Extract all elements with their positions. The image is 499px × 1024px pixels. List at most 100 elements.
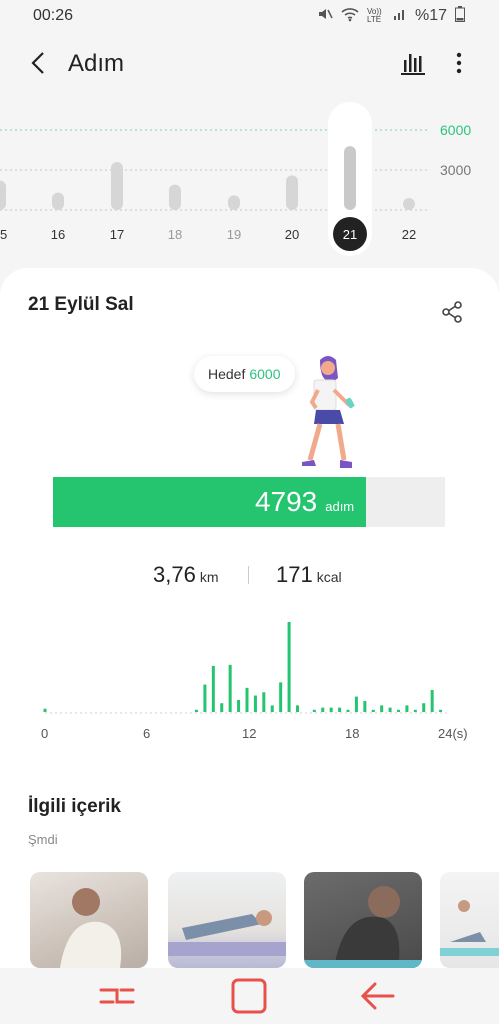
day-label-20: 20 xyxy=(285,227,299,242)
goal-value: 6000 xyxy=(249,366,281,382)
hourly-bar xyxy=(439,709,443,712)
hourly-bar xyxy=(338,707,342,712)
date-title: 21 Eylül Sal xyxy=(28,294,134,315)
axis-label-0: 0 xyxy=(41,726,49,741)
status-time: 00:26 xyxy=(33,7,74,24)
day-label-19: 19 xyxy=(227,227,241,242)
home-icon xyxy=(231,978,267,1014)
axis-label-12: 12 xyxy=(242,726,257,741)
back-button[interactable] xyxy=(24,48,54,78)
back-icon xyxy=(360,982,395,1010)
volte-icon: Vo)) LTE xyxy=(366,6,382,24)
steps-unit: adım xyxy=(325,499,355,514)
day-label-17: 17 xyxy=(110,227,124,242)
hourly-bar xyxy=(422,703,426,712)
day-detail-card: 21 Eylül Sal Hedef 6000 4793 adım 3,76 km… xyxy=(0,268,499,968)
wifi-icon xyxy=(341,6,359,25)
recents-button[interactable] xyxy=(97,978,137,1014)
floor-exercise-image xyxy=(440,900,499,956)
hourly-bar xyxy=(371,709,375,712)
axis-label-24: 24(s) xyxy=(438,726,468,741)
battery-percent: %17 xyxy=(414,6,447,24)
calories-unit: kcal xyxy=(316,569,342,585)
goal-bubble: Hedef 6000 xyxy=(194,356,295,392)
share-icon xyxy=(442,301,462,323)
goal-text: Hedef xyxy=(208,366,246,382)
weekly-steps-chart: 15 16 17 18 19 20 21 22 6000 3000 xyxy=(0,100,499,260)
hourly-bar xyxy=(397,709,400,712)
hourly-bar xyxy=(43,708,47,712)
hourly-bar xyxy=(380,705,384,712)
bar-day-17 xyxy=(111,162,123,210)
home-button[interactable] xyxy=(228,978,268,1014)
trends-button[interactable] xyxy=(398,48,428,78)
stats-row: 3,76 km 171 kcal xyxy=(0,562,499,592)
plank-exercise-image xyxy=(168,910,286,956)
hourly-bar xyxy=(211,665,215,712)
steps-progress-bar: 4793 adım xyxy=(53,477,445,527)
hourly-bar xyxy=(388,707,392,712)
day-label-21: 21 xyxy=(343,227,357,242)
walking-person-illustration xyxy=(302,356,355,468)
related-content-title: İlgili içerik xyxy=(28,796,121,817)
yoga-woman-image xyxy=(60,888,122,968)
bar-day-21 xyxy=(344,146,356,210)
hourly-bar xyxy=(329,707,333,712)
signal-icon xyxy=(393,7,407,24)
bar-day-20 xyxy=(286,175,298,210)
steps-progress-fill: 4793 adım xyxy=(53,477,367,527)
bar-day-18 xyxy=(169,184,181,210)
hourly-bar xyxy=(270,705,274,712)
hourly-bar xyxy=(321,707,325,712)
status-bar: 00:26 Vo)) LTE %17 xyxy=(0,0,499,32)
thumbnail-2[interactable] xyxy=(168,872,286,968)
bar-chart-icon xyxy=(401,54,425,75)
thumbnail-3[interactable] xyxy=(304,872,422,968)
weekly-chart-svg: 15 16 17 18 19 20 21 22 xyxy=(0,102,430,256)
related-content-subtitle: Şmdi xyxy=(28,832,58,847)
calories-value: 171 xyxy=(276,562,313,587)
navigation-bar xyxy=(0,968,499,1024)
hourly-bar xyxy=(405,705,409,712)
hourly-bar xyxy=(296,705,299,712)
axis-label-18: 18 xyxy=(345,726,360,741)
hourly-bar xyxy=(245,687,249,712)
distance-value: 3,76 xyxy=(153,562,196,587)
steps-number: 4793 xyxy=(254,486,318,517)
hourly-bar xyxy=(363,701,367,712)
related-thumbnails xyxy=(30,872,499,968)
hourly-bar xyxy=(262,692,266,712)
steps-count: 4793 adım xyxy=(255,486,354,518)
bar-day-16 xyxy=(52,192,64,210)
stats-divider xyxy=(248,566,249,584)
hourly-bar xyxy=(346,709,350,712)
hourly-bar xyxy=(220,703,224,712)
hourly-bar xyxy=(354,696,358,712)
system-back-button[interactable] xyxy=(357,978,397,1014)
hourly-bar xyxy=(195,709,198,712)
goal-line-label: 6000 xyxy=(440,122,472,138)
distance-unit: km xyxy=(199,569,219,585)
hourly-bar xyxy=(279,682,283,712)
mute-icon xyxy=(317,6,333,25)
more-vertical-icon xyxy=(456,52,462,74)
hourly-bar xyxy=(228,664,232,712)
app-bar: Adım xyxy=(0,36,499,92)
recents-icon xyxy=(99,988,135,1004)
share-button[interactable] xyxy=(438,298,466,326)
status-icons: Vo)) LTE %17 xyxy=(317,6,465,25)
bar-day-19 xyxy=(228,195,240,210)
calories-stat: 171 kcal xyxy=(276,562,342,588)
thumbnail-4[interactable] xyxy=(440,872,499,968)
hourly-bar xyxy=(430,690,434,712)
bar-day-22 xyxy=(403,198,415,210)
day-label-16: 16 xyxy=(51,227,65,242)
day-label-22: 22 xyxy=(402,227,416,242)
axis-label-6: 6 xyxy=(143,726,151,741)
distance-stat: 3,76 km xyxy=(153,562,219,588)
thumbnail-1[interactable] xyxy=(30,872,148,968)
battery-icon xyxy=(455,6,465,25)
hourly-chart-svg xyxy=(43,622,449,714)
back-arrow-icon xyxy=(31,52,44,74)
more-options-button[interactable] xyxy=(446,48,472,78)
